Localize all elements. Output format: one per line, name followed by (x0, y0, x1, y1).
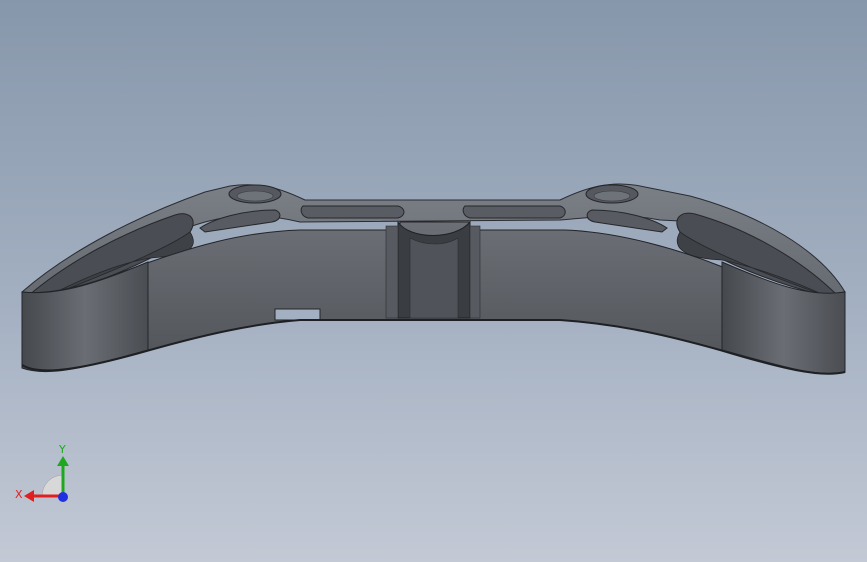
bottom-notch (274, 308, 321, 321)
3d-model-view[interactable] (0, 0, 867, 562)
orientation-triad: Y X (15, 443, 69, 502)
graphics-viewport[interactable]: Y X (0, 0, 867, 562)
stem-edge-left (385, 225, 399, 319)
z-axis-dot (58, 492, 68, 502)
pocket-center-left (300, 205, 405, 219)
stem-channel-inner (409, 237, 459, 319)
stem-edge-right (469, 225, 481, 319)
triad-quarter-disc (41, 474, 64, 497)
y-axis-label: Y (58, 443, 66, 456)
pocket-left-round-inner (236, 190, 274, 202)
x-axis-label: X (15, 488, 23, 501)
pocket-right-round-inner (593, 190, 631, 202)
pocket-center-right (462, 205, 566, 219)
y-axis-arrow (57, 456, 69, 466)
x-axis-arrow (24, 490, 34, 502)
